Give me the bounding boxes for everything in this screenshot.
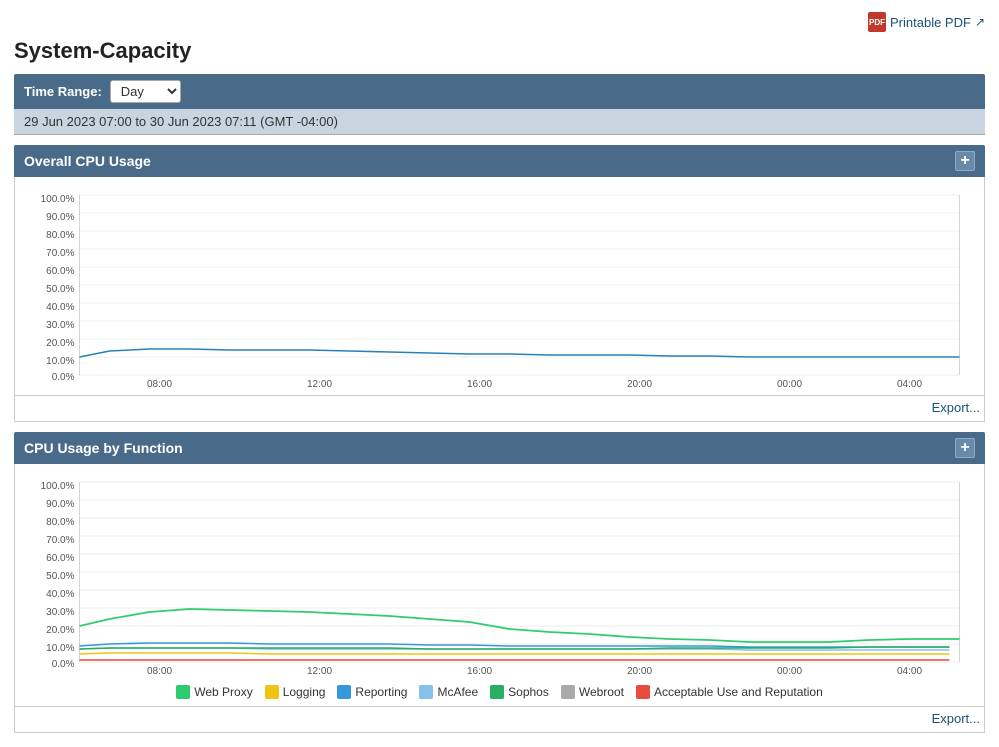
svg-text:30.0%: 30.0% [46, 320, 74, 331]
svg-text:100.0%: 100.0% [41, 194, 75, 205]
webroot-swatch [561, 685, 575, 699]
page-title: System-Capacity [14, 38, 985, 64]
printable-pdf-label: Printable PDF [890, 15, 971, 30]
time-range-label: Time Range: [24, 84, 102, 99]
svg-text:50.0%: 50.0% [46, 284, 74, 295]
legend-item-reporting: Reporting [337, 685, 407, 699]
legend-item-sophos: Sophos [490, 685, 549, 699]
svg-text:12:00: 12:00 [307, 666, 332, 677]
legend-item-webroot: Webroot [561, 685, 624, 699]
cpu-by-function-header: CPU Usage by Function + [14, 432, 985, 464]
mcafee-swatch [419, 685, 433, 699]
svg-text:08:00: 08:00 [147, 379, 172, 390]
cpu-by-function-chart-container: 100.0% 90.0% 80.0% 70.0% 60.0% 50.0% 40.… [14, 464, 985, 707]
svg-text:08:00: 08:00 [147, 666, 172, 677]
overall-cpu-chart: 100.0% 90.0% 80.0% 70.0% 60.0% 50.0% 40.… [25, 187, 974, 387]
external-link-icon: ↗ [975, 15, 985, 29]
svg-text:40.0%: 40.0% [46, 302, 74, 313]
overall-cpu-export-row: Export... [14, 396, 985, 422]
overall-cpu-chart-container: 100.0% 90.0% 80.0% 70.0% 60.0% 50.0% 40.… [14, 177, 985, 396]
logging-label: Logging [283, 685, 326, 699]
webroot-label: Webroot [579, 685, 624, 699]
acceptable-use-swatch [636, 685, 650, 699]
overall-cpu-title: Overall CPU Usage [24, 153, 151, 169]
cpu-by-function-export-link[interactable]: Export... [932, 711, 980, 726]
pdf-icon: PDF [868, 12, 886, 32]
cpu-by-function-expand-btn[interactable]: + [955, 438, 975, 458]
date-range: 29 Jun 2023 07:00 to 30 Jun 2023 07:11 (… [14, 109, 985, 135]
svg-text:100.0%: 100.0% [41, 481, 75, 492]
svg-text:60.0%: 60.0% [46, 266, 74, 277]
svg-text:10.0%: 10.0% [46, 643, 74, 654]
svg-text:16:00: 16:00 [467, 666, 492, 677]
svg-text:10.0%: 10.0% [46, 356, 74, 367]
mcafee-label: McAfee [437, 685, 478, 699]
logging-swatch [265, 685, 279, 699]
reporting-label: Reporting [355, 685, 407, 699]
sophos-swatch [490, 685, 504, 699]
svg-text:80.0%: 80.0% [46, 230, 74, 241]
svg-text:50.0%: 50.0% [46, 571, 74, 582]
cpu-by-function-title: CPU Usage by Function [24, 440, 183, 456]
time-range-bar: Time Range: Day Hour Week Month Year [14, 74, 985, 109]
svg-text:04:00: 04:00 [897, 666, 922, 677]
svg-text:20:00: 20:00 [627, 666, 652, 677]
svg-text:30.0%: 30.0% [46, 607, 74, 618]
legend-item-logging: Logging [265, 685, 326, 699]
overall-cpu-header: Overall CPU Usage + [14, 145, 985, 177]
overall-cpu-export-link[interactable]: Export... [932, 400, 980, 415]
svg-text:16:00: 16:00 [467, 379, 492, 390]
svg-text:0.0%: 0.0% [52, 372, 75, 383]
sophos-label: Sophos [508, 685, 549, 699]
svg-text:0.0%: 0.0% [52, 659, 75, 670]
svg-text:00:00: 00:00 [777, 379, 802, 390]
web-proxy-swatch [176, 685, 190, 699]
svg-text:90.0%: 90.0% [46, 499, 74, 510]
svg-text:70.0%: 70.0% [46, 248, 74, 259]
svg-text:12:00: 12:00 [307, 379, 332, 390]
svg-text:70.0%: 70.0% [46, 535, 74, 546]
time-range-select[interactable]: Day Hour Week Month Year [110, 80, 181, 103]
cpu-by-function-legend: Web Proxy Logging Reporting McAfee Sopho… [25, 677, 974, 701]
acceptable-use-label: Acceptable Use and Reputation [654, 685, 823, 699]
svg-text:20.0%: 20.0% [46, 625, 74, 636]
reporting-swatch [337, 685, 351, 699]
overall-cpu-expand-btn[interactable]: + [955, 151, 975, 171]
legend-item-mcafee: McAfee [419, 685, 478, 699]
svg-text:04:00: 04:00 [897, 379, 922, 390]
legend-item-acceptable-use: Acceptable Use and Reputation [636, 685, 823, 699]
svg-text:00:00: 00:00 [777, 666, 802, 677]
legend-item-web-proxy: Web Proxy [176, 685, 252, 699]
svg-text:90.0%: 90.0% [46, 212, 74, 223]
cpu-by-function-export-row: Export... [14, 707, 985, 733]
printable-pdf-button[interactable]: PDF Printable PDF ↗ [868, 12, 985, 32]
cpu-by-function-chart: 100.0% 90.0% 80.0% 70.0% 60.0% 50.0% 40.… [25, 474, 974, 674]
svg-text:80.0%: 80.0% [46, 517, 74, 528]
svg-text:20.0%: 20.0% [46, 338, 74, 349]
svg-text:20:00: 20:00 [627, 379, 652, 390]
web-proxy-label: Web Proxy [194, 685, 252, 699]
svg-text:40.0%: 40.0% [46, 589, 74, 600]
svg-text:60.0%: 60.0% [46, 553, 74, 564]
